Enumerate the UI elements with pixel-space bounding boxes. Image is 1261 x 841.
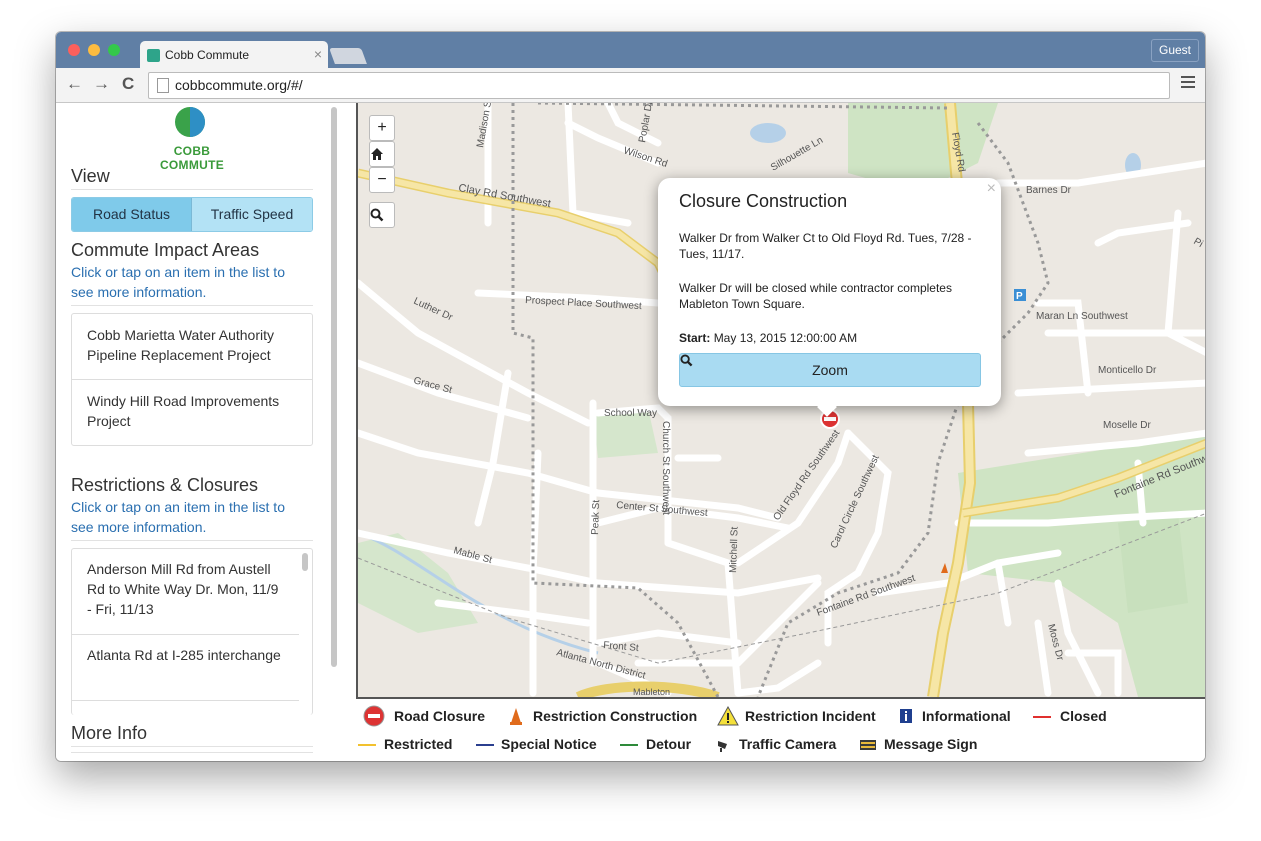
zoom-button[interactable]: Zoom [679, 353, 981, 387]
forward-icon[interactable]: → [93, 74, 110, 94]
search-icon [680, 354, 693, 367]
svg-text:School Way: School Way [604, 408, 657, 419]
popup-start: Start: May 13, 2015 12:00:00 AM [679, 330, 984, 346]
red-line-icon [1033, 716, 1051, 718]
impact-areas-hint: Click or tap on an item in the list to s… [71, 264, 285, 300]
url-text: cobbcommute.org/#/ [175, 77, 303, 93]
browser-window: Cobb Commute × Guest ← → C cobbcommute.o… [56, 32, 1205, 761]
home-icon [371, 148, 383, 160]
popup-detail: Walker Dr will be closed while contracto… [679, 281, 952, 311]
popup-title: Closure Construction [679, 191, 848, 211]
restrictions-hint: Click or tap on an item in the list to s… [71, 499, 285, 535]
address-bar[interactable]: cobbcommute.org/#/ [148, 72, 1170, 99]
list-item[interactable]: Windy Hill Road Improvements Project [72, 380, 312, 445]
svg-text:Mable St: Mable St [452, 545, 493, 566]
zoom-out-button[interactable]: − [369, 167, 395, 193]
zoom-label: Zoom [812, 362, 848, 378]
svg-text:Mitchell St: Mitchell St [728, 526, 741, 573]
svg-text:Luther Dr: Luther Dr [412, 296, 455, 324]
page-content: COBB COMMUTE View Road Status Traffic Sp… [56, 103, 1205, 761]
svg-text:Church St Southwest: Church St Southwest [660, 421, 671, 515]
logo-text: COBB COMMUTE [159, 144, 225, 172]
zoom-in-button[interactable]: + [369, 115, 395, 141]
svg-text:P: P [1016, 291, 1023, 302]
traffic-speed-button[interactable]: Traffic Speed [192, 198, 312, 231]
construction-cone-icon [510, 708, 522, 725]
map[interactable]: P Clay Rd Southwest Wilson Rd Silhouette… [356, 103, 1205, 699]
impact-areas-list: Cobb Marietta Water Authority Pipeline R… [71, 313, 313, 446]
cobb-commute-logo: COBB COMMUTE [142, 107, 242, 172]
svg-text:Peak St: Peak St [590, 500, 602, 536]
reload-icon[interactable]: C [122, 74, 134, 94]
warning-icon [717, 706, 739, 726]
page-icon [157, 78, 169, 93]
svg-text:Madison St: Madison St [475, 103, 495, 149]
svg-text:Front St: Front St [603, 640, 640, 654]
minimize-window-button[interactable] [88, 44, 100, 56]
svg-text:Monticello Dr: Monticello Dr [1098, 365, 1157, 376]
popup-close-icon[interactable]: × [987, 180, 996, 198]
restrictions-list: Anderson Mill Rd from Austell Rd to Whit… [71, 548, 313, 715]
impact-areas-heading: Commute Impact Areas [71, 240, 260, 260]
zoom-window-button[interactable] [108, 44, 120, 56]
browser-toolbar: ← → C cobbcommute.org/#/ [56, 68, 1205, 103]
info-icon [900, 709, 912, 723]
start-value: May 13, 2015 12:00:00 AM [713, 331, 858, 345]
road-status-button[interactable]: Road Status [72, 198, 192, 231]
list-item[interactable]: Cobb Marietta Water Authority Pipeline R… [72, 314, 312, 380]
svg-text:Barnes Dr: Barnes Dr [1026, 185, 1072, 196]
search-button[interactable] [369, 202, 395, 228]
tab-title: Cobb Commute [165, 48, 250, 62]
sidebar-scrollbar[interactable] [331, 107, 337, 667]
view-toggle: Road Status Traffic Speed [71, 197, 313, 232]
title-bar: Cobb Commute × Guest [56, 32, 1205, 68]
road-closure-icon [363, 705, 385, 727]
closure-popup: × Closure Construction Walker Dr from Wa… [658, 178, 1001, 417]
svg-text:Moss Dr: Moss Dr [1045, 623, 1065, 662]
svg-text:Mableton: Mableton [633, 687, 670, 697]
svg-text:Moselle Dr: Moselle Dr [1103, 420, 1151, 431]
blue-line-icon [476, 744, 494, 746]
guest-profile-button[interactable]: Guest [1151, 39, 1199, 62]
menu-icon[interactable] [1181, 76, 1195, 90]
sidebar: COBB COMMUTE View Road Status Traffic Sp… [56, 103, 328, 761]
browser-tab[interactable]: Cobb Commute × [140, 41, 328, 68]
new-tab-button[interactable] [329, 48, 367, 64]
green-line-icon [620, 744, 638, 746]
back-icon[interactable]: ← [66, 74, 83, 94]
svg-text:Wilson Rd: Wilson Rd [622, 145, 669, 170]
more-info-heading: More Info [71, 723, 148, 743]
camera-icon [718, 741, 727, 752]
start-label: Start: [679, 331, 711, 345]
svg-text:Maran Ln Southwest: Maran Ln Southwest [1036, 311, 1128, 322]
yellow-line-icon [358, 744, 376, 746]
home-extent-button[interactable] [369, 141, 395, 167]
list-item[interactable]: Atlanta Rd at I-285 interchange [72, 635, 299, 701]
message-sign-icon [860, 740, 876, 750]
list-scrollbar[interactable] [302, 553, 308, 571]
search-icon [370, 208, 384, 222]
popup-description: Walker Dr from Walker Ct to Old Floyd Rd… [679, 231, 972, 261]
list-item[interactable]: Anderson Mill Rd from Austell Rd to Whit… [72, 549, 299, 635]
restrictions-heading: Restrictions & Closures [71, 475, 259, 495]
svg-text:Pi: Pi [1192, 236, 1205, 250]
favicon-icon [147, 49, 160, 62]
view-heading: View [71, 166, 110, 186]
close-window-button[interactable] [68, 44, 80, 56]
tab-close-icon[interactable]: × [314, 46, 322, 62]
